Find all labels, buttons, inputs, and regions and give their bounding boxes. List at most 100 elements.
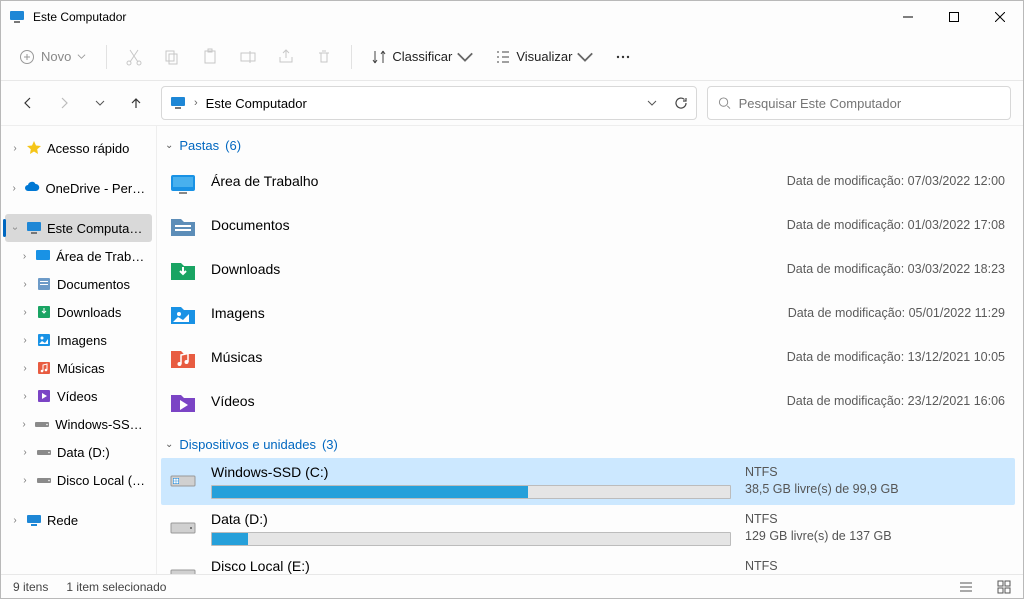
drive-row[interactable]: Disco Local (E:) NTFS 237 GB livre(s) de… [161, 552, 1015, 574]
chevron-down-icon[interactable] [646, 97, 658, 109]
cut-button[interactable] [117, 39, 151, 75]
folder-name: Músicas [211, 349, 775, 365]
folder-row[interactable]: Vídeos Data de modificação: 23/12/2021 1… [161, 379, 1015, 423]
drive-icon [167, 511, 199, 543]
expand-icon[interactable]: › [19, 475, 31, 486]
folder-meta: Data de modificação: 13/12/2021 10:05 [787, 350, 1005, 364]
desktop-folder-icon [167, 165, 199, 197]
collapse-icon[interactable]: › [9, 222, 20, 234]
sort-button[interactable]: Classificar [362, 39, 482, 75]
expand-icon[interactable]: › [19, 363, 31, 374]
folder-row[interactable]: Documentos Data de modificação: 01/03/20… [161, 203, 1015, 247]
expand-icon[interactable]: › [19, 251, 30, 262]
paste-icon [201, 48, 219, 66]
folder-meta: Data de modificação: 03/03/2022 18:23 [787, 262, 1005, 276]
rename-button[interactable] [231, 39, 265, 75]
view-icon [494, 48, 512, 66]
view-button[interactable]: Visualizar [486, 39, 602, 75]
copy-icon [163, 48, 181, 66]
this-pc-icon [170, 95, 186, 111]
minimize-button[interactable] [885, 1, 931, 33]
sidebar-item-child[interactable]: › Windows-SSD (C:) [5, 410, 152, 438]
folder-row[interactable]: Imagens Data de modificação: 05/01/2022 … [161, 291, 1015, 335]
recent-button[interactable] [91, 94, 109, 112]
maximize-button[interactable] [931, 1, 977, 33]
sidebar-item-onedrive[interactable]: › OneDrive - Personal [5, 174, 152, 202]
expand-icon[interactable]: › [9, 515, 21, 526]
status-bar: 9 itens 1 item selecionado [1, 574, 1023, 598]
sidebar-item-child[interactable]: › Disco Local (E:) [5, 466, 152, 494]
drive-filesystem: NTFS [745, 465, 1005, 479]
drive-icon [167, 558, 199, 574]
sidebar-item-child[interactable]: › Imagens [5, 326, 152, 354]
folder-name: Vídeos [211, 393, 775, 409]
expand-icon[interactable]: › [19, 279, 31, 290]
drive-icon [167, 464, 199, 496]
expand-icon[interactable]: › [19, 335, 31, 346]
folder-meta: Data de modificação: 23/12/2021 16:06 [787, 394, 1005, 408]
drive-icon [36, 444, 52, 460]
images-folder-icon [167, 297, 199, 329]
sidebar-item-network[interactable]: › Rede [5, 506, 152, 534]
documents-icon [36, 276, 52, 292]
up-button[interactable] [127, 94, 145, 112]
drive-row[interactable]: Data (D:) NTFS 129 GB livre(s) de 137 GB [161, 505, 1015, 552]
images-icon [36, 332, 52, 348]
sort-icon [370, 48, 388, 66]
folder-row[interactable]: Downloads Data de modificação: 03/03/202… [161, 247, 1015, 291]
sidebar-item-child[interactable]: › Área de Trabalho [5, 242, 152, 270]
expand-icon[interactable]: › [9, 183, 19, 194]
expand-icon[interactable]: › [9, 143, 21, 154]
sidebar: › Acesso rápido › OneDrive - Personal › … [1, 126, 157, 574]
paste-button[interactable] [193, 39, 227, 75]
search-box[interactable] [707, 86, 1011, 120]
tiles-view-icon[interactable] [997, 580, 1011, 594]
expand-icon[interactable]: › [19, 447, 31, 458]
breadcrumb[interactable]: Este Computador [206, 96, 307, 111]
delete-button[interactable] [307, 39, 341, 75]
expand-icon[interactable]: › [19, 391, 31, 402]
sidebar-item-child[interactable]: › Vídeos [5, 382, 152, 410]
group-header-devices[interactable]: ⌄ Dispositivos e unidades (3) [161, 433, 1015, 458]
search-icon [718, 96, 731, 110]
drive-filesystem: NTFS [745, 559, 1005, 573]
breadcrumb-separator: › [194, 97, 198, 109]
documents-folder-icon [167, 209, 199, 241]
this-pc-icon [26, 220, 42, 236]
star-icon [26, 140, 42, 156]
drive-progress [211, 485, 731, 499]
refresh-icon[interactable] [674, 96, 688, 110]
group-header-folders[interactable]: ⌄ Pastas (6) [161, 134, 1015, 159]
sidebar-item-child[interactable]: › Data (D:) [5, 438, 152, 466]
forward-button[interactable] [55, 94, 73, 112]
folder-row[interactable]: Área de Trabalho Data de modificação: 07… [161, 159, 1015, 203]
address-bar[interactable]: › Este Computador [161, 86, 697, 120]
new-button[interactable]: Novo [9, 40, 96, 74]
this-pc-icon [9, 9, 25, 25]
folder-meta: Data de modificação: 05/01/2022 11:29 [788, 306, 1005, 320]
cloud-icon [24, 180, 40, 196]
close-button[interactable] [977, 1, 1023, 33]
drive-free-space: 129 GB livre(s) de 137 GB [745, 529, 1005, 543]
folder-row[interactable]: Músicas Data de modificação: 13/12/2021 … [161, 335, 1015, 379]
search-input[interactable] [739, 96, 1000, 111]
share-button[interactable] [269, 39, 303, 75]
folder-meta: Data de modificação: 07/03/2022 12:00 [787, 174, 1005, 188]
drive-row[interactable]: Windows-SSD (C:) NTFS 38,5 GB livre(s) d… [161, 458, 1015, 505]
sidebar-item-quick-access[interactable]: › Acesso rápido [5, 134, 152, 162]
sidebar-item-child[interactable]: › Downloads [5, 298, 152, 326]
desktop-icon [35, 248, 51, 264]
details-view-icon[interactable] [959, 580, 973, 594]
copy-button[interactable] [155, 39, 189, 75]
back-button[interactable] [19, 94, 37, 112]
more-button[interactable] [606, 39, 640, 75]
share-icon [277, 48, 295, 66]
ellipsis-icon [614, 48, 632, 66]
expand-icon[interactable]: › [19, 419, 29, 430]
sidebar-item-child[interactable]: › Músicas [5, 354, 152, 382]
videos-icon [36, 388, 52, 404]
sidebar-item-this-pc[interactable]: › Este Computador [5, 214, 152, 242]
sidebar-item-child[interactable]: › Documentos [5, 270, 152, 298]
expand-icon[interactable]: › [19, 307, 31, 318]
drive-name: Windows-SSD (C:) [211, 464, 731, 480]
